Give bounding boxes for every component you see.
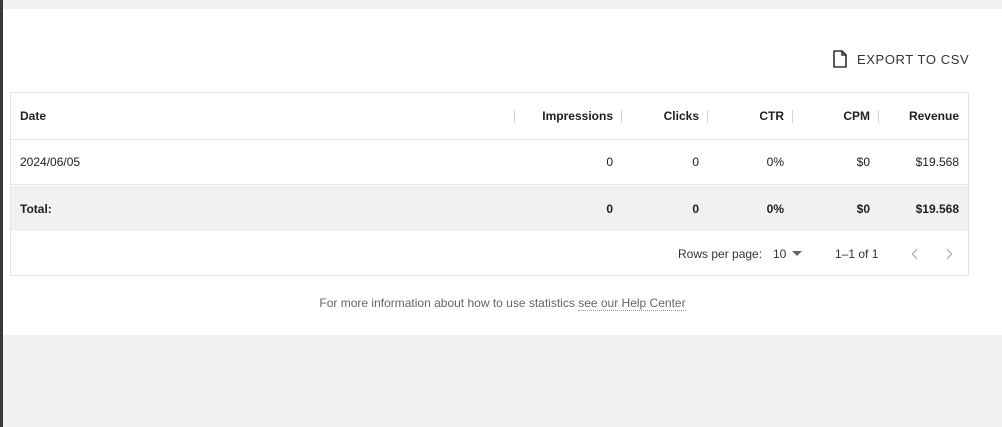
cell-clicks: 0	[692, 155, 699, 169]
total-ctr: 0%	[766, 201, 784, 216]
chevron-left-icon	[911, 248, 918, 260]
table-row: 2024/06/05 0 0 0% $0 $19.568	[11, 140, 968, 185]
top-strip	[3, 0, 1002, 9]
column-header-date[interactable]: Date	[20, 93, 220, 139]
total-clicks: 0	[692, 201, 699, 216]
help-note: For more information about how to use st…	[3, 296, 1002, 311]
help-note-text: For more information about how to use st…	[319, 296, 579, 310]
cell-ctr: 0%	[766, 155, 784, 169]
help-center-link[interactable]: see our Help Center	[578, 296, 686, 311]
total-impressions: 0	[606, 201, 613, 216]
column-header-revenue[interactable]: Revenue	[885, 93, 959, 139]
column-header-cpm[interactable]: CPM	[799, 93, 870, 139]
cell-cpm: $0	[856, 155, 870, 169]
total-revenue: $19.568	[915, 201, 959, 216]
chevron-right-icon	[946, 248, 953, 260]
column-separator[interactable]	[621, 110, 622, 123]
export-csv-label: EXPORT TO CSV	[857, 51, 970, 67]
table-pagination: Rows per page: 10 1–1 of 1	[11, 232, 968, 276]
table-total-row: Total: 0 0 0% $0 $19.568	[11, 186, 968, 231]
statistics-table: Date Impressions Clicks CTR CPM Revenue …	[10, 92, 969, 276]
column-header-clicks[interactable]: Clicks	[628, 93, 699, 139]
table-header-row: Date Impressions Clicks CTR CPM Revenue	[11, 93, 968, 140]
cell-date: 2024/06/05	[20, 155, 81, 169]
export-csv-button[interactable]: EXPORT TO CSV	[825, 39, 971, 79]
total-label: Total:	[20, 201, 52, 216]
column-separator[interactable]	[878, 110, 879, 123]
document-icon	[833, 50, 847, 68]
pagination-range: 1–1 of 1	[835, 247, 879, 261]
next-page-button[interactable]	[939, 244, 959, 264]
statistics-card: EXPORT TO CSV Date Impressions Clicks CT…	[3, 9, 1002, 335]
column-header-ctr[interactable]: CTR	[714, 93, 784, 139]
total-cpm: $0	[856, 201, 870, 216]
rows-per-page-value: 10	[773, 247, 787, 261]
previous-page-button[interactable]	[905, 244, 925, 264]
column-separator[interactable]	[707, 110, 708, 123]
rows-per-page-label: Rows per page:	[678, 247, 763, 261]
cell-revenue: $19.568	[915, 155, 959, 169]
column-header-impressions[interactable]: Impressions	[521, 93, 613, 139]
column-separator[interactable]	[792, 110, 793, 123]
column-separator[interactable]	[514, 110, 515, 123]
rows-per-page-select[interactable]: 10	[773, 232, 803, 276]
caret-down-icon	[792, 251, 803, 256]
cell-impressions: 0	[606, 155, 613, 169]
